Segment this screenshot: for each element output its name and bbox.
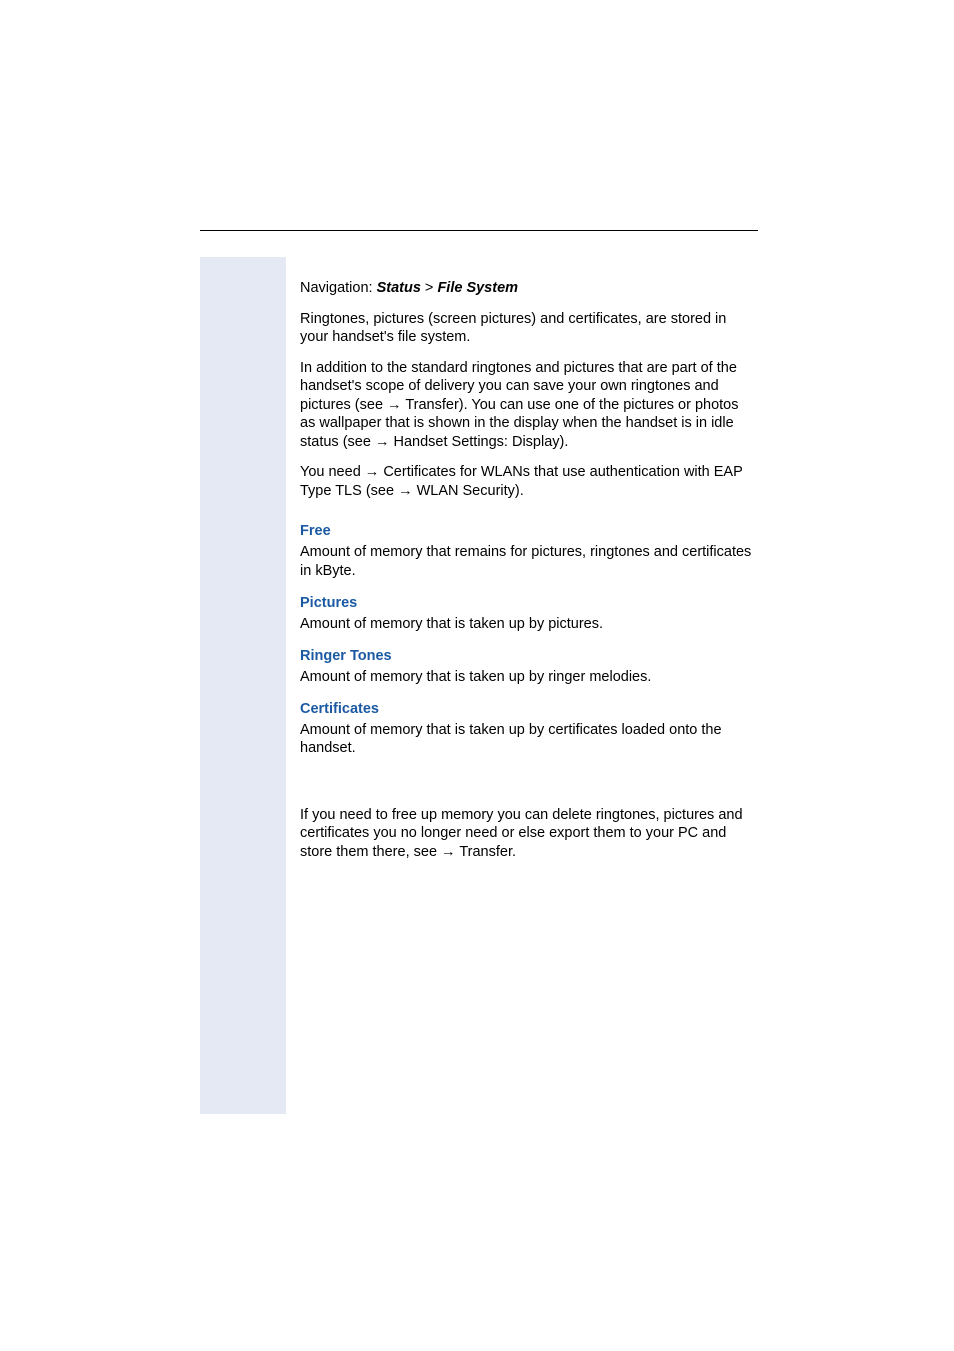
arrow-icon: → (441, 844, 456, 860)
footer-text-b: . (512, 844, 516, 860)
divider-line (200, 230, 758, 231)
arrow-icon: → (365, 464, 380, 480)
link-wlan-security[interactable]: WLAN Security (417, 483, 515, 499)
text-free: Amount of memory that remains for pictur… (300, 543, 754, 580)
intro-p2-text-c: ). (560, 434, 569, 450)
heading-free: Free (300, 522, 754, 541)
navigation-breadcrumb: Navigation: Status > File System (300, 279, 754, 298)
heading-certificates: Certificates (300, 700, 754, 719)
link-handset-display[interactable]: Handset Settings: Display (393, 434, 559, 450)
intro-p3-text-a: You need (300, 464, 365, 480)
arrow-icon: → (387, 397, 402, 413)
text-ringer-tones: Amount of memory that is taken up by rin… (300, 668, 754, 687)
nav-prefix: Navigation: (300, 280, 377, 296)
link-transfer[interactable]: Transfer (405, 397, 458, 413)
intro-paragraph-1: Ringtones, pictures (screen pictures) an… (300, 310, 754, 347)
footer-paragraph: If you need to free up memory you can de… (300, 806, 754, 862)
nav-path-filesystem: File System (437, 280, 518, 296)
footer-text-a: If you need to free up memory you can de… (300, 807, 743, 860)
nav-separator: > (421, 280, 438, 296)
text-certificates: Amount of memory that is taken up by cer… (300, 721, 754, 758)
heading-pictures: Pictures (300, 594, 754, 613)
content-area: Navigation: Status > File System Rington… (300, 279, 754, 862)
intro-paragraph-2: In addition to the standard ringtones an… (300, 359, 754, 452)
nav-path-status: Status (377, 280, 421, 296)
arrow-icon: → (375, 434, 390, 450)
intro-paragraph-3: You need → Certificates for WLANs that u… (300, 463, 754, 500)
text-pictures: Amount of memory that is taken up by pic… (300, 615, 754, 634)
intro-p3-text-c: ). (515, 483, 524, 499)
link-transfer-footer[interactable]: Transfer (459, 844, 512, 860)
arrow-icon: → (398, 483, 413, 499)
link-certificates[interactable]: Certificates (383, 464, 456, 480)
heading-ringer-tones: Ringer Tones (300, 647, 754, 666)
sidebar-column (200, 257, 286, 1114)
